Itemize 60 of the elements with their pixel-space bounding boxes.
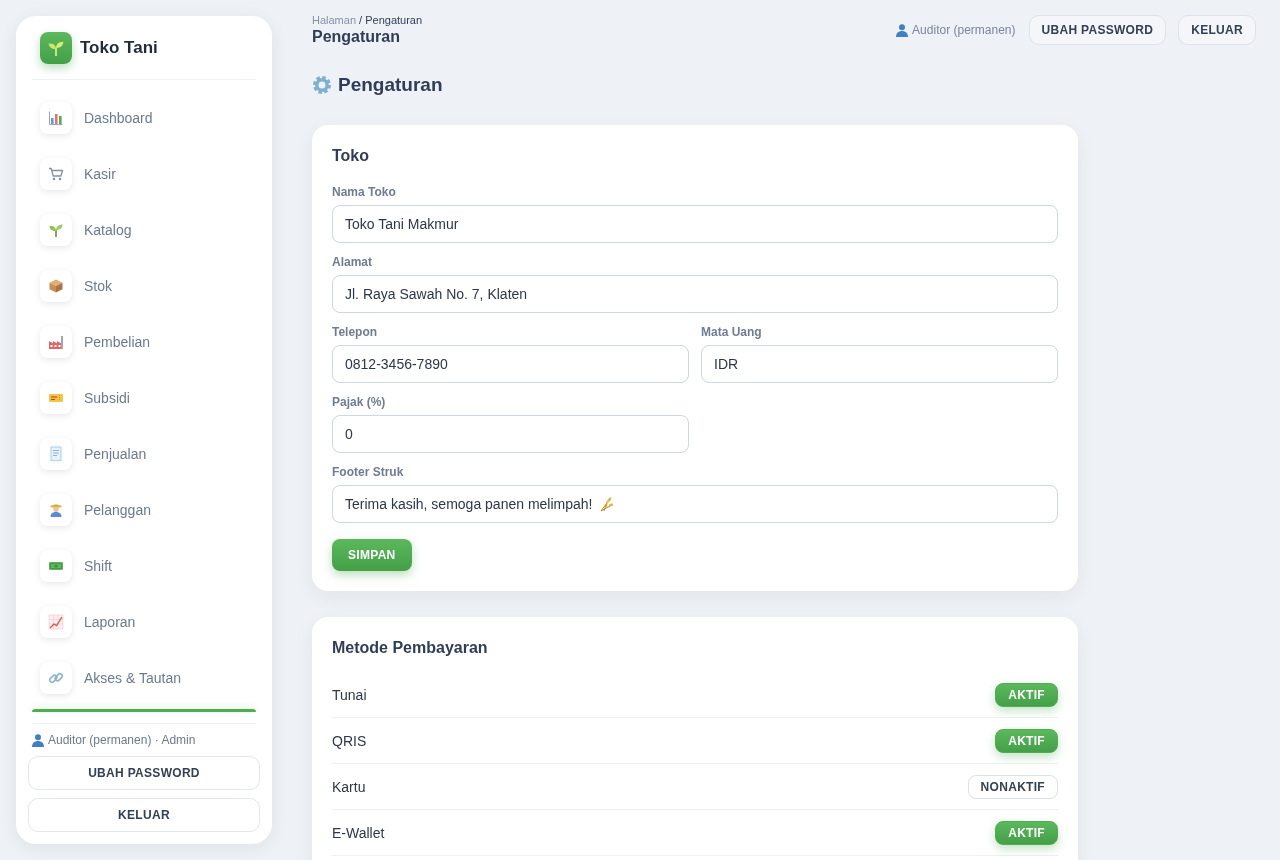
banknote-icon xyxy=(40,550,72,582)
payment-method-name: Tunai xyxy=(332,686,367,703)
nav-item[interactable]: Subsidi xyxy=(32,374,256,422)
save-button[interactable]: SIMPAN xyxy=(332,539,412,571)
input-field[interactable]: 0 xyxy=(332,415,689,453)
user-label: Auditor (permanen) · Admin xyxy=(48,733,196,747)
input-field[interactable]: Toko Tani Makmur xyxy=(332,205,1058,243)
package-icon xyxy=(40,270,72,302)
nav-item[interactable]: Dashboard xyxy=(32,94,256,142)
person-icon xyxy=(896,23,909,37)
receipt-icon xyxy=(40,438,72,470)
nav-item[interactable]: Katalog xyxy=(32,206,256,254)
nav-item[interactable]: Akses & Tautan xyxy=(32,654,256,702)
ticket-icon xyxy=(40,382,72,414)
input-field[interactable]: IDR xyxy=(701,345,1058,383)
page-title: Pengaturan xyxy=(312,27,401,47)
link-icon xyxy=(40,662,72,694)
factory-icon xyxy=(40,326,72,358)
input-field[interactable]: Terima kasih, semoga panen melimpah! xyxy=(332,485,1058,523)
section-heading: Pengaturan xyxy=(338,74,443,96)
payment-method-name: QRIS xyxy=(332,732,367,749)
header-button[interactable]: UBAH PASSWORD xyxy=(1028,15,1167,45)
nav-item[interactable]: Shift xyxy=(32,542,256,590)
status-toggle[interactable]: AKTIF xyxy=(995,820,1058,845)
nav-item[interactable]: Pembelian xyxy=(32,318,256,366)
input-field[interactable]: Jl. Raya Sawah No. 7, Klaten xyxy=(332,275,1058,313)
nav-item[interactable]: Pelanggan xyxy=(32,486,256,534)
status-toggle[interactable]: AKTIF xyxy=(995,728,1058,753)
sprout-icon xyxy=(40,214,72,246)
nav-item[interactable]: Laporan xyxy=(32,598,256,646)
field-label: Telepon xyxy=(332,325,379,340)
card-title: Toko xyxy=(332,146,371,166)
line-chart-icon xyxy=(40,606,72,638)
field-label: Alamat xyxy=(332,255,373,270)
nav-item[interactable]: Kasir xyxy=(32,150,256,198)
wheat-icon xyxy=(598,496,615,512)
card-title: Metode Pembayaran xyxy=(332,638,489,658)
status-toggle[interactable]: NONAKTIF xyxy=(967,774,1058,799)
header-button[interactable]: KELUAR xyxy=(1178,15,1256,45)
gear-icon xyxy=(312,75,332,95)
brand-name: Toko Tani xyxy=(80,38,158,58)
payment-method-name: Kartu xyxy=(332,778,366,795)
cart-icon xyxy=(40,158,72,190)
sidebar-button[interactable]: UBAH PASSWORD xyxy=(28,756,260,790)
status-toggle[interactable]: AKTIF xyxy=(995,682,1058,707)
nav-item[interactable]: Stok xyxy=(32,262,256,310)
field-label: Pajak (%) xyxy=(332,395,387,410)
user-label: Auditor (permanen) xyxy=(912,23,1016,37)
input-field[interactable]: 0812-3456-7890 xyxy=(332,345,689,383)
person-icon xyxy=(32,733,44,747)
bar-chart-icon xyxy=(40,102,72,134)
breadcrumb: Halaman / Pengaturan xyxy=(312,13,423,27)
field-label: Footer Struk xyxy=(332,465,405,480)
sidebar-button[interactable]: KELUAR xyxy=(28,798,260,832)
field-label: Mata Uang xyxy=(701,325,763,340)
sprout-logo-icon xyxy=(40,32,72,64)
payment-method-name: E-Wallet xyxy=(332,824,385,841)
nav-item[interactable]: Penjualan xyxy=(32,430,256,478)
field-label: Nama Toko xyxy=(332,185,397,200)
person-with-hat-icon xyxy=(40,494,72,526)
